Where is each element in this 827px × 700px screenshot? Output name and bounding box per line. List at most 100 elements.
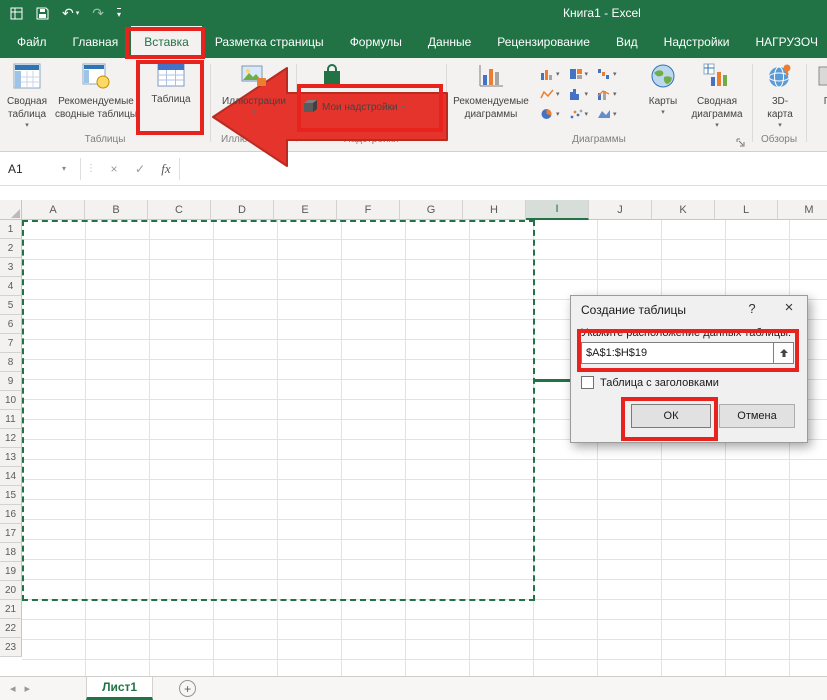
column-header-selected[interactable]: I [526, 200, 589, 220]
row-header[interactable]: 23 [0, 638, 22, 657]
save-icon[interactable] [36, 7, 49, 20]
row-header[interactable]: 10 [0, 391, 22, 410]
row-header[interactable]: 2 [0, 239, 22, 258]
row-header[interactable]: 4 [0, 277, 22, 296]
table-button-label: Таблица [151, 94, 190, 105]
grid-cells[interactable] [22, 220, 827, 676]
row-header[interactable]: 14 [0, 467, 22, 486]
histogram-chart-button[interactable]: ▾ [569, 88, 589, 100]
pivot-table-label-2: таблица [8, 109, 46, 120]
recommended-charts-button[interactable]: Рекомендуемые диаграммы [450, 63, 532, 120]
column-header[interactable]: M [778, 200, 827, 220]
pie-chart-button[interactable]: ▾ [540, 108, 560, 120]
pivot-chart-label-1: Сводная [697, 96, 737, 107]
row-header[interactable]: 18 [0, 543, 22, 562]
column-header[interactable]: K [652, 200, 715, 220]
sheet-nav-right-icon[interactable]: ▸ [25, 682, 31, 695]
column-header[interactable]: L [715, 200, 778, 220]
tab-view[interactable]: Вид [603, 26, 651, 58]
tab-home[interactable]: Главная [60, 26, 132, 58]
column-header[interactable]: E [274, 200, 337, 220]
pivot-chart-button[interactable]: Сводная диаграмма ▾ [684, 63, 750, 129]
recommended-pivots-button[interactable]: Рекомендуемые сводные таблицы [54, 63, 138, 120]
sheet-nav-left-icon[interactable]: ◂ [10, 682, 16, 695]
column-header[interactable]: F [337, 200, 400, 220]
cancel-entry-icon[interactable]: × [101, 162, 127, 176]
row-header[interactable]: 22 [0, 619, 22, 638]
row-header[interactable]: 21 [0, 600, 22, 619]
name-box[interactable]: A1 [0, 152, 62, 185]
map-3d-button[interactable]: 3D- карта ▾ [756, 63, 804, 129]
formula-bar-grip-icon[interactable]: ⋮ [81, 163, 101, 174]
headers-checkbox[interactable] [581, 376, 594, 389]
range-input[interactable] [582, 343, 772, 363]
my-addins-button[interactable]: Мои надстройки ▾ [302, 98, 405, 117]
column-header[interactable]: A [22, 200, 85, 220]
row-header[interactable]: 9 [0, 372, 22, 391]
row-header[interactable]: 6 [0, 315, 22, 334]
ok-button[interactable]: ОК [631, 404, 711, 428]
column-chart-button[interactable]: ▾ [540, 68, 560, 80]
column-header[interactable]: D [211, 200, 274, 220]
redo-icon[interactable]: ↷ [92, 6, 104, 20]
row-header[interactable]: 1 [0, 220, 22, 239]
table-button[interactable]: Таблица [140, 63, 202, 105]
row-header[interactable]: 20 [0, 581, 22, 600]
tab-insert[interactable]: Вставка [131, 26, 202, 58]
select-all-corner[interactable] [0, 200, 22, 220]
waterfall-chart-button[interactable]: ▾ [597, 68, 617, 80]
tab-review[interactable]: Рецензирование [484, 26, 603, 58]
ribbon: Сводная таблица ▾ Рекомендуемые сводные … [0, 58, 827, 152]
tab-addins[interactable]: Надстройки [651, 26, 743, 58]
group-separator [210, 64, 211, 142]
line-chart-button[interactable]: ▾ [540, 88, 560, 100]
row-header[interactable]: 12 [0, 429, 22, 448]
column-header[interactable]: C [148, 200, 211, 220]
row-header[interactable]: 8 [0, 353, 22, 372]
pivot-table-button[interactable]: Сводная таблица ▾ [4, 63, 50, 129]
scatter-chart-button[interactable]: ▾ [569, 108, 589, 120]
row-header[interactable]: 16 [0, 505, 22, 524]
add-sheet-button[interactable]: + [179, 680, 196, 697]
cancel-button[interactable]: Отмена [719, 404, 795, 428]
charts-dialog-launcher-icon[interactable] [736, 135, 746, 153]
range-picker-button[interactable] [773, 343, 793, 363]
tab-formulas[interactable]: Формулы [337, 26, 415, 58]
row-header[interactable]: 13 [0, 448, 22, 467]
dialog-close-icon[interactable]: × [777, 299, 801, 316]
hierarchy-chart-button[interactable]: ▾ [569, 68, 589, 80]
combo-chart-button[interactable]: ▾ [597, 88, 617, 100]
illustrations-button[interactable]: Иллюстрации ▾ [216, 63, 292, 116]
row-header[interactable]: 7 [0, 334, 22, 353]
column-header[interactable]: J [589, 200, 652, 220]
dialog-help-icon[interactable]: ? [741, 301, 763, 316]
row-header[interactable]: 5 [0, 296, 22, 315]
group-separator [806, 64, 807, 142]
tab-page-layout[interactable]: Разметка страницы [202, 26, 337, 58]
tab-file[interactable]: Файл [4, 26, 60, 58]
clipped-right-button[interactable]: Гр [812, 63, 827, 107]
name-box-caret-icon[interactable]: ▾ [62, 164, 80, 173]
row-header[interactable]: 15 [0, 486, 22, 505]
column-header[interactable]: G [400, 200, 463, 220]
sheet-tab-list1[interactable]: Лист1 [86, 677, 153, 700]
maps-button[interactable]: Карты ▾ [642, 63, 684, 116]
formula-input[interactable] [180, 152, 827, 185]
surface-chart-button[interactable]: ▾ [597, 108, 617, 120]
qat-customize-icon[interactable]: ▾ [117, 8, 121, 19]
insert-function-icon[interactable]: fx [153, 161, 179, 177]
row-header[interactable]: 17 [0, 524, 22, 543]
row-header[interactable]: 3 [0, 258, 22, 277]
store-icon [320, 63, 344, 92]
row-header[interactable]: 19 [0, 562, 22, 581]
tab-data[interactable]: Данные [415, 26, 484, 58]
group-label-addins: Надстройки [296, 134, 446, 148]
dropdown-caret-icon: ▾ [613, 71, 617, 78]
enter-entry-icon[interactable]: ✓ [127, 162, 153, 176]
undo-caret-icon[interactable]: ▾ [76, 10, 80, 17]
tab-load-test[interactable]: НАГРУЗОЧ [743, 26, 827, 58]
column-header[interactable]: B [85, 200, 148, 220]
column-header[interactable]: H [463, 200, 526, 220]
row-header[interactable]: 11 [0, 410, 22, 429]
undo-icon[interactable]: ↶▾ [62, 6, 79, 20]
